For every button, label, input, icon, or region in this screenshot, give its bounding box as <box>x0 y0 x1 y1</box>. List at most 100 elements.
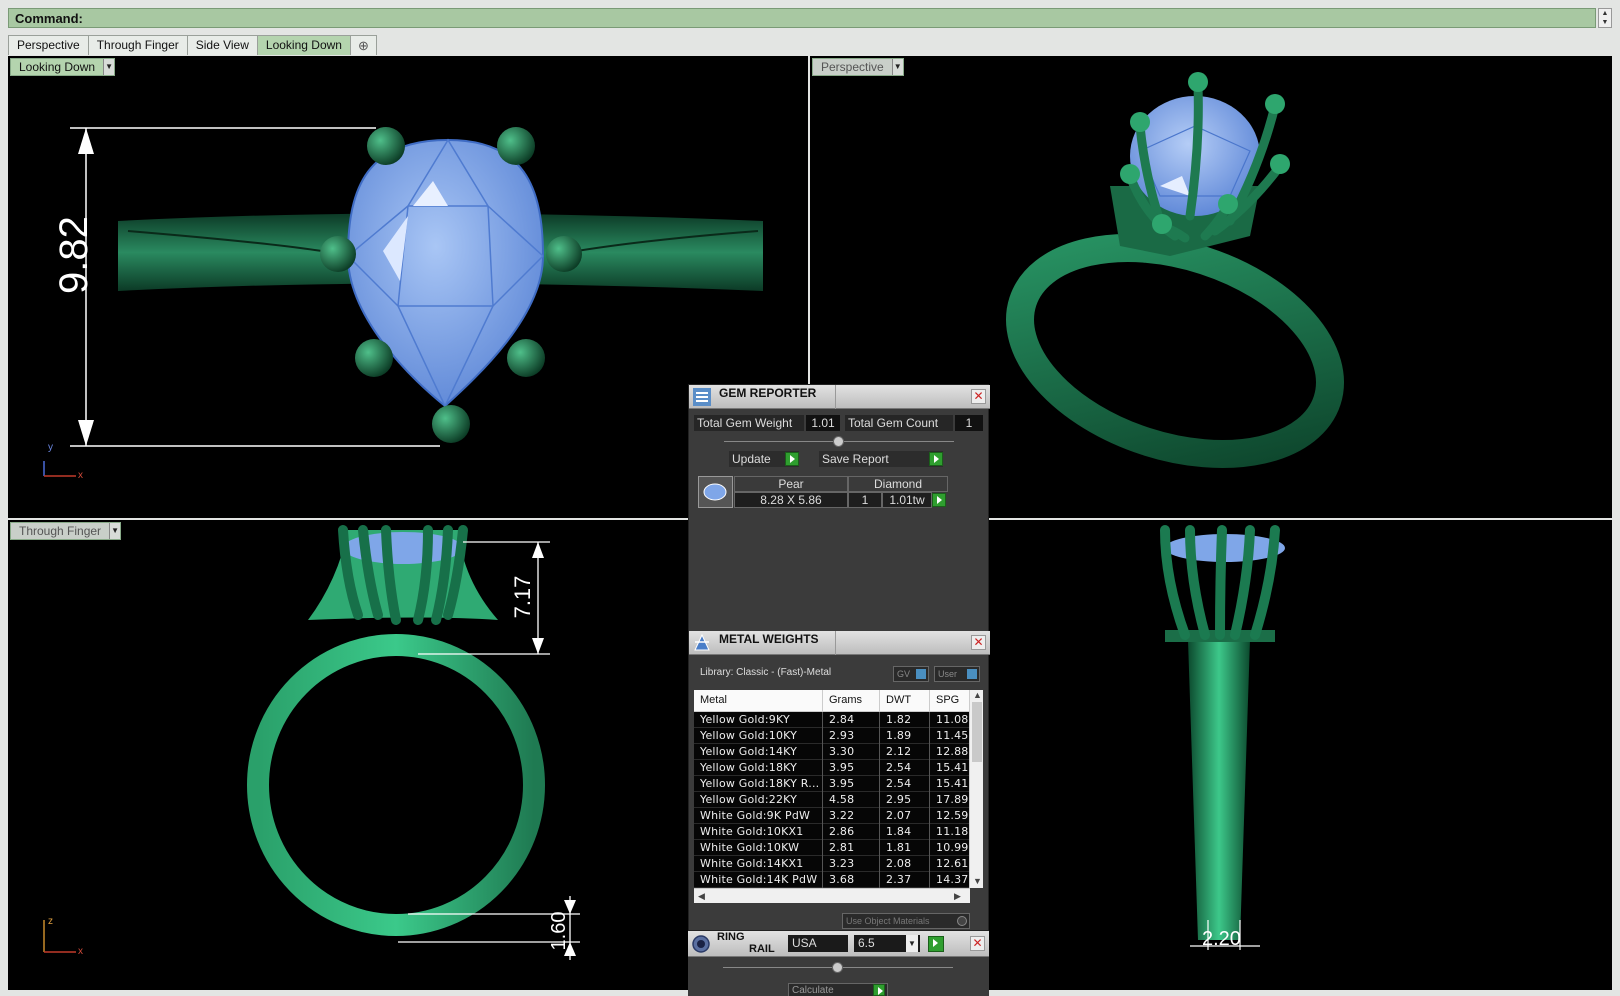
column-separator <box>822 856 823 872</box>
metal-name: Yellow Gold:9KY <box>700 713 790 726</box>
table-row[interactable]: White Gold:9K PdW 3.22 2.07 12.59 <box>694 808 969 824</box>
column-separator <box>879 776 880 792</box>
dimension-width: 2.20 <box>1202 928 1241 950</box>
use-object-materials-toggle[interactable]: Use Object Materials <box>842 913 970 929</box>
dwt-value: 1.81 <box>886 841 912 854</box>
column-separator <box>929 840 930 856</box>
metal-library-label: Library: Classic - (Fast)-Metal <box>700 667 832 678</box>
column-separator <box>879 728 880 744</box>
close-icon[interactable]: ✕ <box>971 389 986 404</box>
column-separator <box>879 808 880 824</box>
chevron-down-icon[interactable]: ▼ <box>906 935 918 952</box>
close-icon[interactable]: ✕ <box>971 635 986 650</box>
spg-value: 15.41 <box>936 761 969 774</box>
table-row[interactable]: White Gold:14KX1 3.23 2.08 12.61 <box>694 856 969 872</box>
gem-reporter-titlebar[interactable]: GEM REPORTER ✕ <box>689 385 990 409</box>
axis-z-label: z <box>48 916 53 927</box>
gem-list-row[interactable]: Pear Diamond 8.28 X 5.86 1 1.01tw <box>698 476 948 508</box>
viewport-tabs: Perspective Through Finger Side View Loo… <box>8 35 377 55</box>
table-row[interactable]: White Gold:10KW 2.81 1.81 10.99 <box>694 840 969 856</box>
dwt-value: 2.12 <box>886 745 912 758</box>
column-separator <box>929 760 930 776</box>
gem-size: 8.28 X 5.86 <box>734 492 848 508</box>
grams-value: 3.68 <box>829 873 855 886</box>
add-tab-button[interactable]: ⊕ <box>349 35 377 55</box>
dwt-value: 2.08 <box>886 857 912 870</box>
grams-value: 2.81 <box>829 841 855 854</box>
chevron-down-icon[interactable]: ▼ <box>103 59 115 75</box>
table-row[interactable]: Yellow Gold:9KY 2.84 1.82 11.08 <box>694 712 969 728</box>
axis-x-label: x <box>78 470 83 481</box>
command-line[interactable]: Command: <box>8 8 1596 28</box>
column-separator <box>822 872 823 888</box>
ring-size-apply-icon[interactable] <box>928 936 944 952</box>
column-separator <box>929 808 930 824</box>
column-separator <box>822 840 823 856</box>
ring-size-select[interactable]: 6.5 ▼ <box>854 935 920 952</box>
table-horizontal-scrollbar[interactable]: ◀ ▶ <box>694 888 970 903</box>
table-vertical-scrollbar[interactable]: ▲ ▼ <box>969 690 983 888</box>
column-separator <box>929 776 930 792</box>
gv-toggle[interactable]: GV <box>893 666 929 682</box>
dwt-value: 1.84 <box>886 825 912 838</box>
dwt-value: 2.54 <box>886 761 912 774</box>
table-row[interactable]: Yellow Gold:18KY R... 3.95 2.54 15.41 <box>694 776 969 792</box>
table-row[interactable]: Yellow Gold:14KY 3.30 2.12 12.88 <box>694 744 969 760</box>
gem-details-icon[interactable] <box>932 493 946 507</box>
spg-value: 12.88 <box>936 745 969 758</box>
user-toggle[interactable]: User <box>934 666 980 682</box>
table-header: Metal Grams DWT SPG <box>694 690 969 712</box>
tab-perspective[interactable]: Perspective <box>8 35 89 55</box>
column-separator <box>822 728 823 744</box>
command-label: Command: <box>15 11 83 26</box>
table-row[interactable]: Yellow Gold:22KY 4.58 2.95 17.89 <box>694 792 969 808</box>
dwt-value: 2.07 <box>886 809 912 822</box>
tab-side-view[interactable]: Side View <box>186 35 258 55</box>
gem-qty: 1 <box>848 492 882 508</box>
dimension-thickness: 1.60 <box>548 911 570 951</box>
table-row[interactable]: Yellow Gold:10KY 2.93 1.89 11.45 <box>694 728 969 744</box>
tab-through-finger[interactable]: Through Finger <box>87 35 188 55</box>
dwt-value: 2.37 <box>886 873 912 886</box>
spg-value: 14.37 <box>936 873 969 886</box>
dimension-height: 9.82 <box>52 216 96 294</box>
grams-value: 2.86 <box>829 825 855 838</box>
table-row[interactable]: White Gold:10KX1 2.86 1.84 11.18 <box>694 824 969 840</box>
ring-rail-titlebar[interactable]: RING RAIL USA 6.5 ▼ ✕ <box>688 931 989 957</box>
ring-shank <box>247 634 545 936</box>
panel-splitter-handle[interactable] <box>832 962 843 973</box>
metal-name: Yellow Gold:14KY <box>700 745 798 758</box>
viewport-label-through-finger[interactable]: Through Finger ▼ <box>10 522 122 540</box>
metal-name: White Gold:10KW <box>700 841 800 854</box>
table-row[interactable]: Yellow Gold:18KY 3.95 2.54 15.41 <box>694 760 969 776</box>
tab-looking-down[interactable]: Looking Down <box>256 35 351 55</box>
viewport-label-looking-down[interactable]: Looking Down ▼ <box>10 58 116 76</box>
column-separator <box>822 776 823 792</box>
metal-name: Yellow Gold:18KY <box>700 761 798 774</box>
chevron-down-icon[interactable]: ▼ <box>891 59 903 75</box>
table-row[interactable]: White Gold:14K PdW 3.68 2.37 14.37 <box>694 872 969 888</box>
ring-size-standard-select[interactable]: USA <box>788 935 848 952</box>
command-scroll[interactable]: ▲ ▼ <box>1598 8 1612 28</box>
dwt-value: 1.82 <box>886 713 912 726</box>
grams-value: 2.84 <box>829 713 855 726</box>
chevron-down-icon[interactable]: ▼ <box>109 523 121 539</box>
metal-weights-titlebar[interactable]: METAL WEIGHTS ✕ <box>689 631 990 655</box>
column-separator <box>879 760 880 776</box>
save-report-button[interactable]: Save Report <box>819 451 943 467</box>
panel-splitter-handle[interactable] <box>833 436 844 447</box>
metal-name: Yellow Gold:22KY <box>700 793 798 806</box>
close-icon[interactable]: ✕ <box>970 936 985 951</box>
update-go-icon[interactable] <box>785 452 799 466</box>
column-separator <box>929 856 930 872</box>
metal-name: Yellow Gold:10KY <box>700 729 798 742</box>
column-separator <box>822 792 823 808</box>
viewport-label-perspective[interactable]: Perspective ▼ <box>812 58 904 76</box>
save-report-go-icon[interactable] <box>929 452 943 466</box>
column-separator <box>879 856 880 872</box>
total-gem-count-label: Total Gem Count <box>845 415 953 431</box>
calculate-button[interactable]: Calculate <box>788 983 888 996</box>
ring-rail-title-2: RAIL <box>749 943 775 955</box>
metal-name: White Gold:14K PdW <box>700 873 818 886</box>
column-separator <box>929 824 930 840</box>
